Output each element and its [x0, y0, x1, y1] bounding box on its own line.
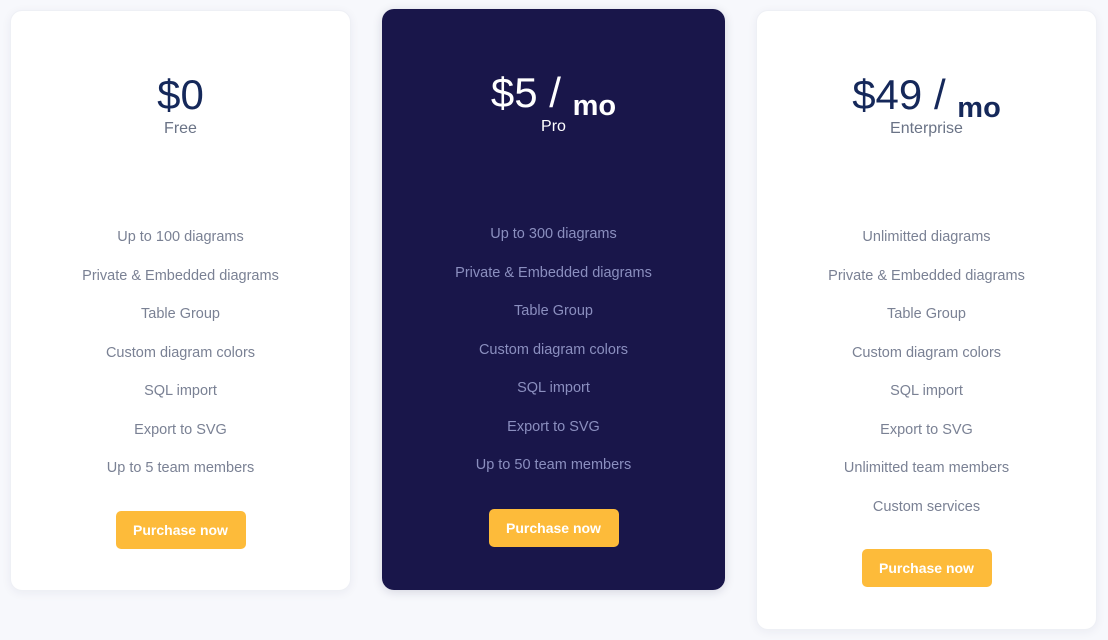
feature-item: Table Group — [887, 306, 966, 322]
feature-list: Up to 100 diagrams Private & Embedded di… — [11, 227, 350, 497]
pricing-card-pro: $5 / mo Pro Up to 300 diagrams Private &… — [382, 9, 725, 590]
price-amount: $49 / — [852, 71, 958, 118]
feature-item: Table Group — [141, 306, 220, 322]
feature-item: Up to 100 diagrams — [117, 229, 244, 245]
feature-item: Table Group — [514, 303, 593, 319]
plan-name: Free — [164, 120, 197, 137]
purchase-button-enterprise[interactable]: Purchase now — [861, 549, 992, 587]
feature-item: Export to SVG — [507, 418, 600, 435]
feature-item: Export to SVG — [134, 421, 227, 438]
feature-item: Custom diagram colors — [851, 344, 1002, 361]
feature-item: Private & Embedded diagrams — [82, 267, 279, 284]
feature-item: Unlimitted diagrams — [862, 229, 991, 245]
feature-item: SQL import — [144, 383, 217, 399]
feature-item: Private & Embedded diagrams — [455, 264, 652, 281]
pricing-card-free: $0 Free Up to 100 diagrams Private & Emb… — [10, 10, 351, 591]
feature-item: Custom services — [872, 498, 981, 515]
plan-price: $49 / mo — [757, 69, 1096, 126]
plan-price: $0 — [11, 69, 350, 121]
purchase-button-free[interactable]: Purchase now — [115, 511, 246, 549]
purchase-button-pro[interactable]: Purchase now — [488, 509, 619, 547]
plan-name: Enterprise — [890, 120, 963, 137]
plan-price: $5 / mo — [382, 67, 725, 124]
feature-item: SQL import — [517, 380, 590, 396]
feature-item: SQL import — [890, 383, 963, 399]
pricing-card-enterprise: $49 / mo Enterprise Unlimitted diagrams … — [756, 10, 1097, 630]
feature-list: Up to 300 diagrams Private & Embedded di… — [382, 224, 725, 494]
plan-name: Pro — [541, 118, 566, 135]
feature-item: Custom diagram colors — [478, 341, 629, 358]
feature-item: Up to 50 team members — [475, 457, 632, 473]
feature-item: Up to 300 diagrams — [490, 226, 617, 242]
feature-list: Unlimitted diagrams Private & Embedded d… — [757, 227, 1096, 535]
feature-item: Unlimitted team members — [843, 460, 1010, 476]
feature-item: Custom diagram colors — [105, 344, 256, 361]
price-amount: $5 / — [490, 69, 573, 116]
feature-item: Export to SVG — [880, 421, 973, 438]
price-amount: $0 — [157, 71, 204, 118]
feature-item: Private & Embedded diagrams — [828, 267, 1025, 284]
feature-item: Up to 5 team members — [106, 460, 255, 476]
